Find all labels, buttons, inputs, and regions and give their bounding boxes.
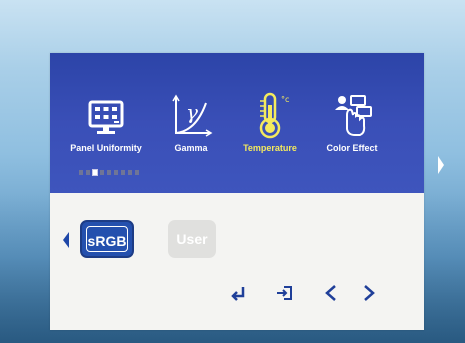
enter-key-icon[interactable] (230, 284, 246, 302)
page-dot (135, 170, 139, 175)
gamma-symbol: γ (186, 100, 198, 124)
page-dot-active (93, 170, 97, 175)
page-dot (114, 170, 118, 175)
menu-item-temperature[interactable]: °c Temperature (230, 91, 310, 153)
menu-item-panel-uniformity[interactable]: Panel Uniformity (66, 91, 146, 153)
exit-key-icon[interactable] (276, 284, 294, 302)
page-dot (86, 170, 90, 175)
left-key-icon[interactable] (324, 284, 338, 302)
page-dot (107, 170, 111, 175)
color-effect-icon (335, 95, 372, 136)
option-srgb[interactable]: sRGB (80, 220, 134, 258)
page-dot (128, 170, 132, 175)
thermometer-icon: °c (259, 92, 289, 139)
menu-item-label: Panel Uniformity (70, 143, 142, 153)
menu-item-color-effect[interactable]: Color Effect (312, 91, 392, 153)
panel-uniformity-icon (88, 100, 124, 134)
menu-item-label: Temperature (243, 143, 297, 153)
page-dot (121, 170, 125, 175)
menu-page-indicator (79, 170, 142, 176)
menu-item-label: Gamma (174, 143, 208, 153)
page-dot (79, 170, 83, 175)
page-dot (100, 170, 104, 175)
gamma-curve-icon: γ (172, 94, 213, 137)
option-user[interactable]: User (168, 220, 216, 258)
right-key-icon[interactable] (362, 284, 376, 302)
temperature-unit: °c (281, 95, 289, 104)
option-prev-arrow-icon[interactable] (63, 232, 69, 248)
menu-next-arrow-icon[interactable] (438, 156, 444, 174)
menu-item-label: Color Effect (326, 143, 378, 153)
menu-item-gamma[interactable]: γ Gamma (151, 91, 231, 153)
